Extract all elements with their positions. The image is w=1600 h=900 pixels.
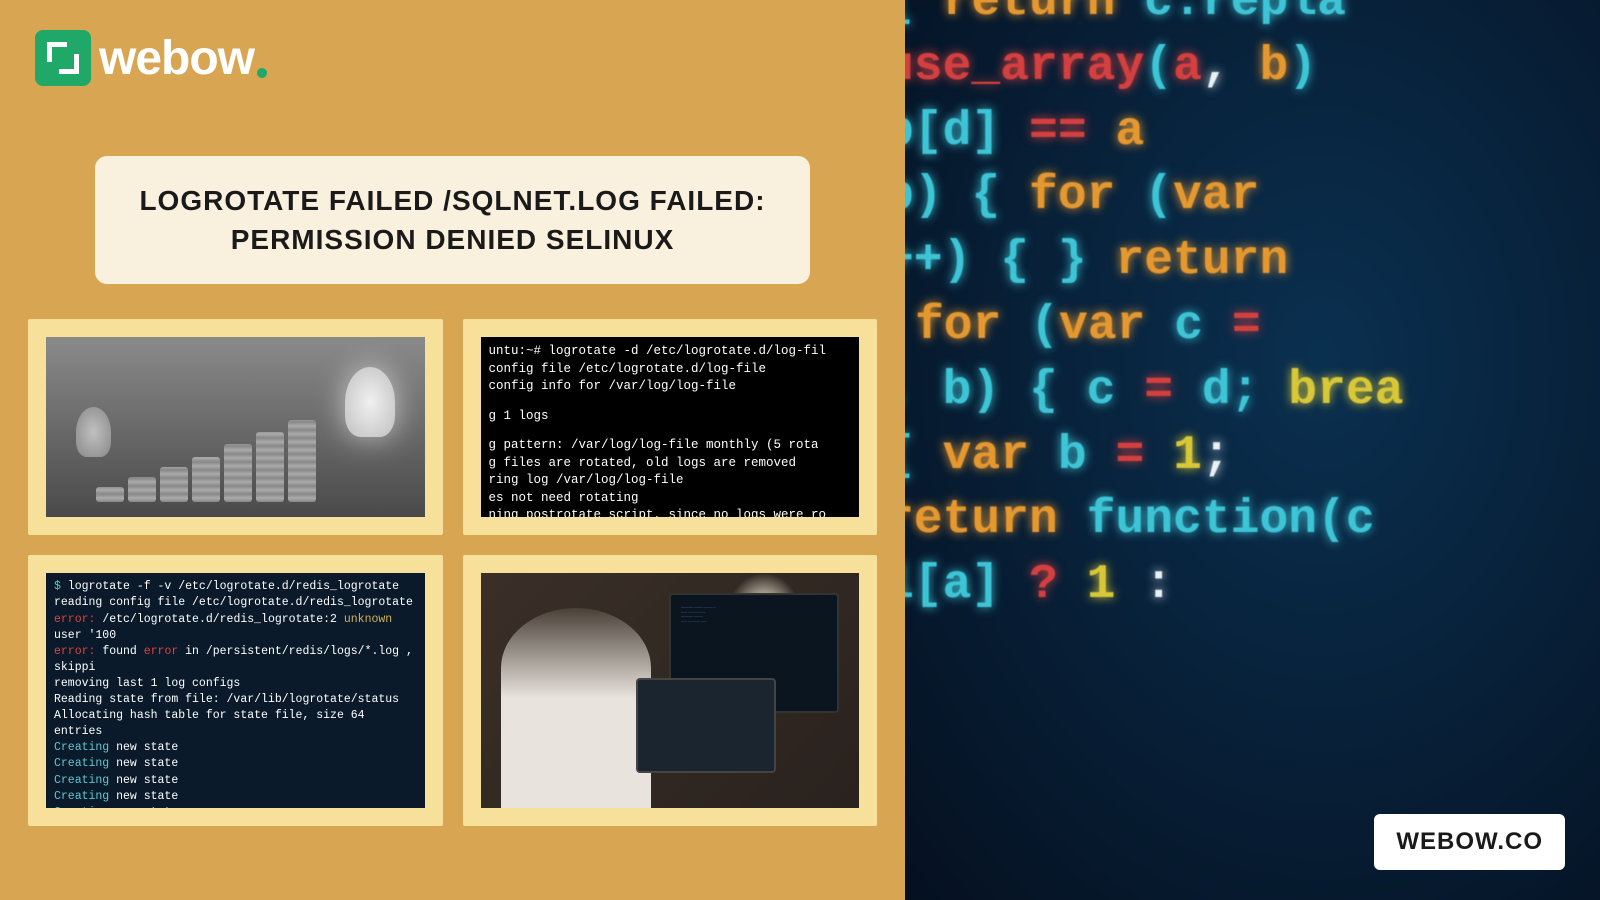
term2-line: new state	[109, 790, 178, 803]
logo-mark-icon	[35, 30, 91, 86]
term2-line: removing last 1 log configs	[54, 676, 417, 692]
term2-creating: Creating	[54, 774, 109, 787]
term2-line: reading config file /etc/logrotate.d/red…	[54, 595, 417, 611]
thumb-lightbulb	[28, 319, 443, 535]
term2-creating: Creating	[54, 806, 109, 809]
term1-line: g 1 logs	[489, 408, 852, 426]
page-title: LOGROTATE FAILED /SQLNET.LOG FAILED: PER…	[135, 181, 770, 259]
title-banner: LOGROTATE FAILED /SQLNET.LOG FAILED: PER…	[95, 156, 810, 284]
thumb-workspace: ———— ——— —————— —————————— ————— ———— ——	[463, 555, 878, 826]
term2-creating: Creating	[54, 741, 109, 754]
term2-error: error	[144, 645, 179, 658]
image-grid: untu:~# logrotate -d /etc/logrotate.d/lo…	[20, 319, 885, 826]
term2-line: Allocating hash table for state file, si…	[54, 708, 417, 740]
code-background: { return c.repla use_array(a, b) b[d] ==…	[905, 0, 1600, 618]
term2-line: new state	[109, 806, 178, 809]
term2-line: new state	[109, 774, 178, 787]
thumb-terminal-error: $ logrotate -f -v /etc/logrotate.d/redis…	[28, 555, 443, 826]
thumb-terminal-logrotate: untu:~# logrotate -d /etc/logrotate.d/lo…	[463, 319, 878, 535]
term1-line: g files are rotated, old logs are remove…	[489, 455, 852, 473]
term2-prompt: $	[54, 580, 68, 593]
brand-dot-icon	[257, 68, 267, 78]
term2-creating: Creating	[54, 790, 109, 803]
right-panel: { return c.repla use_array(a, b) b[d] ==…	[905, 0, 1600, 900]
term2-line: new state	[109, 757, 178, 770]
term2-line: user '100	[54, 629, 116, 642]
term2-line: /etc/logrotate.d/redis_logrotate:2	[95, 613, 343, 626]
term2-error: error:	[54, 613, 95, 626]
term1-line: ning postrotate script, since no logs we…	[489, 507, 852, 517]
term2-line: found	[95, 645, 143, 658]
term2-warn: unknown	[344, 613, 392, 626]
left-panel: webow LOGROTATE FAILED /SQLNET.LOG FAILE…	[0, 0, 905, 900]
term1-line: config info for /var/log/log-file	[489, 378, 852, 396]
term1-line: ring log /var/log/log-file	[489, 472, 852, 490]
site-url-badge: WEBOW.CO	[1374, 814, 1565, 870]
term1-line: g pattern: /var/log/log-file monthly (5 …	[489, 437, 852, 455]
term1-line: es not need rotating	[489, 490, 852, 508]
term1-line: config file /etc/logrotate.d/log-file	[489, 361, 852, 379]
term1-line: untu:~# logrotate -d /etc/logrotate.d/lo…	[489, 343, 852, 361]
brand-logo: webow	[35, 30, 885, 86]
term2-creating: Creating	[54, 757, 109, 770]
term2-line: Reading state from file: /var/lib/logrot…	[54, 692, 417, 708]
term2-error: error:	[54, 645, 95, 658]
term2-line: logrotate -f -v /etc/logrotate.d/redis_l…	[68, 580, 399, 593]
term2-line: new state	[109, 741, 178, 754]
brand-name: webow	[99, 31, 254, 86]
